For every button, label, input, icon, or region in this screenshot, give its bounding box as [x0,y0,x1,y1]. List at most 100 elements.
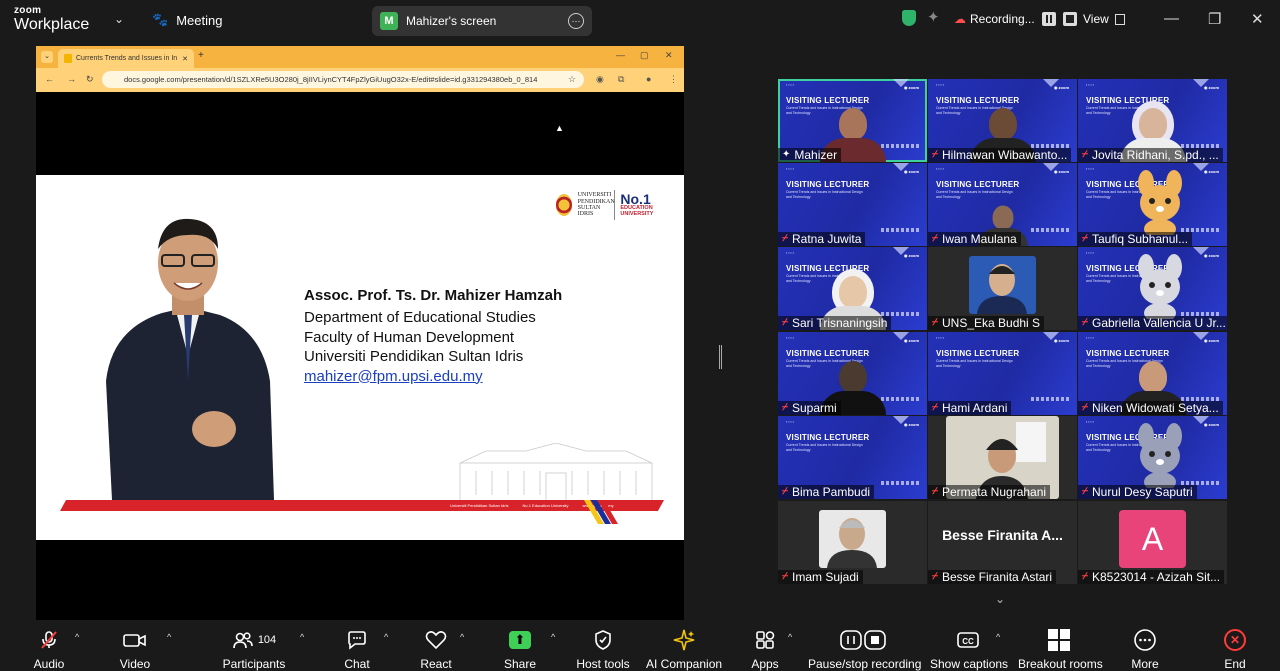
profile-icon[interactable]: ● [646,74,651,84]
share-arrow-icon: ⬆ [509,631,531,649]
view-button[interactable]: View [1083,12,1125,26]
video-options-caret-icon[interactable]: ^ [167,632,171,642]
chat-label: Chat [344,657,370,671]
participant-tile[interactable]: ▪ ▪ ▪ ▪ VISITING LECTURER Current Trends a… [1078,79,1227,162]
chat-button[interactable]: Chat [338,628,376,671]
participant-tile[interactable]: ▪ ▪ ▪ ▪ VISITING LECTURER Current Trends a… [778,247,927,330]
meeting-info-button[interactable]: 🐾 Meeting [152,12,222,28]
browser-minimize-icon[interactable]: — [616,50,625,60]
video-button[interactable]: Video [116,628,154,671]
mic-muted-icon: ⌿ [932,402,938,413]
captions-icon: CC [957,632,979,648]
no1-sub-label: EDUCATION UNIVERSITY [620,205,654,217]
reload-icon[interactable]: ↻ [86,74,94,85]
breakout-rooms-button[interactable]: Breakout rooms [1018,628,1103,671]
mic-muted-icon: ⌿ [932,486,938,497]
react-button[interactable]: React [417,628,455,671]
react-options-caret-icon[interactable]: ^ [460,632,464,642]
ai-companion-label: AI Companion [646,657,723,671]
forward-icon[interactable]: → [67,74,76,84]
react-label: React [420,657,452,671]
stop-recording-icon[interactable] [1062,12,1077,26]
browser-tab[interactable]: Currents Trends and Issues in In ✕ [58,49,194,68]
participant-tile[interactable]: ▪ ▪ ▪ ▪ VISITING LECTURER Current Trends a… [928,332,1077,415]
participant-tile[interactable]: ▪ ▪ ▪ ▪ VISITING LECTURER Current Trends a… [928,79,1077,162]
tab-close-icon[interactable]: ✕ [182,55,188,63]
apps-options-caret-icon[interactable]: ^ [788,632,792,642]
browser-close-icon[interactable]: ✕ [665,50,673,61]
participants-options-caret-icon[interactable]: ^ [300,632,304,642]
pause-stop-recording-label: Pause/stop recording [808,657,922,671]
participant-tile[interactable]: ▪ ▪ ▪ ▪ VISITING LECTURER Current Trends a… [778,79,927,162]
zoom-logo-icon: ◉ zoom [1053,85,1069,90]
participant-name-label: ⌿ Hilmawan Wibawanto... [928,148,1072,162]
animal-avatar [1138,254,1182,319]
host-tools-button[interactable]: Host tools [575,628,631,671]
share-options-caret-icon[interactable]: ^ [551,632,555,642]
heart-icon [425,631,447,650]
screen-share-pill[interactable]: M Mahizer's screen ··· [372,6,592,36]
url-field[interactable]: docs.google.com/presentation/d/1SZLXRe5U… [102,71,584,88]
audio-button[interactable]: Audio [30,628,68,671]
participant-tile[interactable]: ▪ ▪ ▪ ▪ VISITING LECTURER Current Trends a… [1078,416,1227,499]
splitter-handle[interactable] [719,345,722,369]
participant-name-label: ⌿ K8523014 - Azizah Sit... [1078,570,1225,584]
zoom-logo-icon: ◉ zoom [1203,253,1219,258]
captions-options-caret-icon[interactable]: ^ [996,632,1000,642]
participant-tile[interactable]: ▪ ▪ ▪ ▪ VISITING LECTURER Current Trends a… [1078,247,1227,330]
participant-tile[interactable]: ⌿ Imam Sujadi [778,501,927,584]
grid-icon [1114,13,1125,25]
participants-button[interactable]: 104 Participants [222,628,286,671]
tab-search-icon[interactable]: ⌄ [41,51,53,63]
participant-name: Nurul Desy Saputri [1092,485,1193,499]
kebab-menu-icon[interactable]: ⋮ [669,74,678,85]
presenter-email-link[interactable]: mahizer@fpm.upsi.edu.my [304,367,562,387]
audio-options-caret-icon[interactable]: ^ [75,632,79,642]
extension-icon[interactable]: ◉ [596,74,604,85]
browser-restore-icon[interactable]: ▢ [640,50,649,61]
sparkle-icon[interactable]: ✦ [927,8,940,26]
security-shield-icon[interactable] [902,10,916,26]
ai-companion-button[interactable]: AI Companion [646,628,722,671]
participant-tile[interactable]: ▪ ▪ ▪ ▪ VISITING LECTURER Current Trends a… [1078,163,1227,246]
participant-tile[interactable]: Besse Firanita A... ⌿ Besse Firanita Astar… [928,501,1077,584]
banner-dots [881,397,921,401]
participant-tile[interactable]: A ⌿ K8523014 - Azizah Sit... [1078,501,1227,584]
close-icon[interactable]: ✕ [1251,10,1264,28]
minimize-icon[interactable]: — [1164,10,1179,27]
chevron-down-icon[interactable]: ⌄ [114,12,124,26]
banner-header: ▪ ▪ ▪ ▪ [1086,336,1094,340]
apps-button[interactable]: Apps [746,628,784,671]
participant-tile[interactable]: ▪ ▪ ▪ ▪ VISITING LECTURER Current Trends a… [778,332,927,415]
participant-tile[interactable]: ▪ ▪ ▪ ▪ VISITING LECTURER Current Trends a… [1078,332,1227,415]
participant-tile[interactable]: ▪ ▪ ▪ ▪ VISITING LECTURER Current Trends a… [778,416,927,499]
more-options-icon[interactable]: ··· [568,13,584,29]
pause-recording-icon[interactable] [1041,12,1056,26]
zoom-logo-icon: ◉ zoom [1203,338,1219,343]
bookmark-star-icon[interactable]: ☆ [568,74,576,85]
audio-label: Audio [33,657,65,671]
zoom-logo-icon: ◉ zoom [903,85,919,90]
more-button[interactable]: More [1126,628,1164,671]
participant-name-label: ⌿ Jovita Ridhani, S.pd., ... [1078,148,1223,162]
new-tab-icon[interactable]: + [198,50,204,61]
mic-muted-icon: ⌿ [1082,402,1088,413]
zoom-logo-icon: ◉ zoom [1203,422,1219,427]
participant-tile[interactable]: ▪ ▪ ▪ ▪ VISITING LECTURER Current Trends a… [778,163,927,246]
back-icon[interactable]: ← [45,74,54,84]
pause-stop-recording-button[interactable]: Pause/stop recording [808,628,922,671]
chat-options-caret-icon[interactable]: ^ [384,632,388,642]
puzzle-icon[interactable]: ⧉ [618,74,624,85]
show-captions-button[interactable]: CC Show captions [930,628,1008,671]
restore-icon[interactable]: ❐ [1208,10,1221,28]
gallery-next-page-icon[interactable]: ⌄ [995,592,1005,606]
banner-title: VISITING LECTURER [936,349,1020,358]
participant-tile[interactable]: ▪ ▪ ▪ ▪ VISITING LECTURER Current Trends a… [928,163,1077,246]
meeting-toolbar: Audio ^ Video ^ 104 Participants ^ Chat … [0,620,1280,671]
participant-name: Taufiq Subhanul... [1092,232,1189,246]
end-meeting-button[interactable]: ✕ End [1216,628,1254,671]
participant-tile[interactable]: ⌿ UNS_Eka Budhi S [928,247,1077,330]
participant-tile[interactable]: ⌿ Permata Nugrahani [928,416,1077,499]
share-button[interactable]: ⬆ Share [501,628,539,671]
camera-icon [123,634,146,647]
